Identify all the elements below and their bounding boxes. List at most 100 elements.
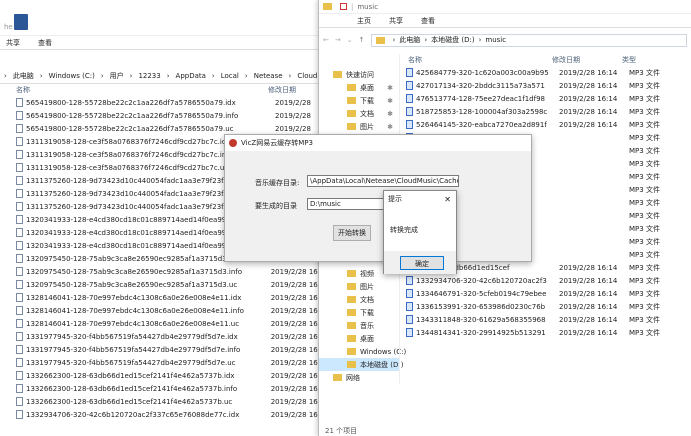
column-name[interactable]: 名称 [400,55,552,65]
output-dir-input[interactable]: D:\music [307,198,387,210]
folder-icon [347,296,356,303]
file-row[interactable]: 1328146041-128-70e997ebdc4c1308c6a0e26e0… [0,291,329,304]
breadcrumb-item[interactable]: 此电脑 [399,35,420,45]
ribbon-tab-share[interactable]: 共享 [389,16,403,26]
file-row[interactable]: 1332662300-128-63db66d1ed15cef2141f4e462… [0,369,329,382]
file-name: 1331977945-320-f4bb567519fa54427db4e2977… [26,345,241,354]
breadcrumb-item[interactable]: Local [221,72,239,80]
folder-icon [347,84,356,91]
file-row[interactable]: 518725853-128-100004af303a2598c 2019/2/28… [400,105,691,118]
column-type[interactable]: 类型 [622,55,636,65]
nav-item[interactable]: 网络 [319,371,399,384]
folder-icon [347,97,356,104]
nav-item[interactable]: 图片 ✱ [319,120,399,133]
breadcrumb-item[interactable]: 用户 [110,71,124,81]
nav-item[interactable]: 文档 ✱ [319,107,399,120]
nav-item[interactable]: 文档 [319,293,399,306]
file-date: 2019/2/28 [275,98,311,107]
file-icon [16,150,23,159]
file-row[interactable]: 1328146041-128-70e997ebdc4c1308c6a0e26e0… [0,304,329,317]
ribbon-tab-home[interactable]: 主页 [357,16,371,26]
file-row[interactable]: 1320975450-128-75ab9c3ca8e26590ec9285af1… [0,265,329,278]
file-row[interactable]: 427017134-320-2bddc3115a73a571 2019/2/28 … [400,79,691,92]
chevron-down-icon[interactable]: ⌄ [347,36,353,44]
column-date[interactable]: 修改日期 [552,55,622,65]
up-icon[interactable]: ↑ [359,36,365,44]
file-row[interactable]: 1331977945-320-f4bb567519fa54427db4e2977… [0,330,329,343]
file-row[interactable]: 425684779-320-1c620a003c00a9b95 2019/2/28… [400,66,691,79]
file-row[interactable]: 1331977945-320-f4bb567519fa54427db4e2977… [0,343,329,356]
ribbon-tab[interactable]: 查看 [38,38,52,48]
file-row[interactable]: 565419800-128-55728be22c2c1aa226df7a5786… [0,109,329,122]
nav-label: 图片 [360,282,374,291]
nav-item[interactable]: 桌面 ✱ [319,81,399,94]
ribbon-tab-view[interactable]: 查看 [421,16,435,26]
pin-icon: ✱ [387,96,393,105]
nav-item[interactable]: Windows (C:) [319,345,406,358]
breadcrumb-item[interactable]: AppData [176,72,206,80]
folder-icon [333,374,342,381]
file-name: 1332662300-128-63db66d1ed15cef2141f4e462… [26,397,233,406]
file-icon [16,267,23,276]
breadcrumb-item[interactable]: 本地磁盘 (D:) [431,35,474,45]
file-name: 565419800-128-55728be22c2c1aa226df7a5786… [26,124,234,133]
file-row[interactable]: 1328146041-128-70e997ebdc4c1308c6a0e26e0… [0,317,329,330]
pin-icon: ✱ [387,109,393,118]
file-icon [16,345,23,354]
file-row[interactable]: 1332934706-320-42c6b120720ac2f337c65e760… [0,408,329,421]
nav-item[interactable]: 本地磁盘 (D:) [319,358,403,371]
nav-item[interactable]: 下载 ✱ [319,94,399,107]
breadcrumb-item[interactable]: 12233 [138,72,160,80]
file-row[interactable]: 565419800-128-55728be22c2c1aa226df7a5786… [0,96,329,109]
file-icon [16,410,23,419]
nav-item[interactable]: 下载 [319,306,399,319]
file-row[interactable]: 1332662300-128-63db66d1ed15cef2141f4e462… [0,395,329,408]
nav-item[interactable]: 音乐 [319,319,399,332]
file-type: MP3 文件 [629,133,660,142]
breadcrumb-item[interactable]: Windows (C:) [49,72,95,80]
file-row[interactable]: 526464145-320-eabca7270ea2d891f 2019/2/28… [400,118,691,131]
app-icon [229,139,237,147]
cache-dir-input[interactable]: \AppData\Local\Netease\CloudMusic\Cache\… [307,175,459,187]
file-icon [16,124,23,133]
nav-label: 下载 [360,96,374,105]
address-box[interactable]: › 此电脑 › 本地磁盘 (D:) › music [370,33,687,47]
file-icon [16,319,23,328]
breadcrumb-item[interactable]: Netease [254,72,283,80]
file-icon [16,306,23,315]
file-icon [16,397,23,406]
file-row[interactable]: 1334646791-320-5cfeb0194c79ebee 2019/2/28… [400,287,691,300]
file-icon [16,176,23,185]
mp3-file-icon [406,328,413,337]
file-icon [16,137,23,146]
nav-item[interactable]: 快速访问 [319,68,399,81]
file-type: MP3 文件 [629,289,660,298]
breadcrumb-item[interactable]: music [485,36,506,44]
file-name: 1320975450-128-75ab9c3ca8e26590ec9285af1… [26,267,243,276]
column-date[interactable]: 修改日期 [268,85,296,95]
file-row[interactable]: 1331977945-320-f4bb567519fa54427db4e2977… [0,356,329,369]
file-row[interactable]: 1332662300-128-63db66d1ed15cef2141f4e462… [0,382,329,395]
column-name[interactable]: 名称 [0,85,268,95]
breadcrumb-item[interactable]: 此电脑 [13,71,34,81]
file-row[interactable]: 1320975450-128-75ab9c3ca8e26590ec9285af1… [0,278,329,291]
file-row[interactable]: 1336153991-320-653986d0230c76b 2019/2/28 … [400,300,691,313]
file-type: MP3 文件 [629,328,660,337]
file-type: MP3 文件 [629,263,660,272]
file-type: MP3 文件 [629,120,660,129]
start-convert-button[interactable]: 开始转换 [333,225,371,241]
ribbon-tab[interactable]: 共享 [6,38,20,48]
close-icon[interactable]: ✕ [444,195,456,204]
mp3-file-icon [406,315,413,324]
file-row[interactable]: 1332934706-320-42c6b120720ac2f3 2019/2/28… [400,274,691,287]
nav-item[interactable]: 桌面 [319,332,399,345]
address-bar[interactable]: › 此电脑 › Windows (C:) › 用户 › 12233 › AppData ›… [0,68,329,84]
folder-icon [347,335,356,342]
file-row[interactable]: 476513774-128-75ee27deac1f1df98 2019/2/28… [400,92,691,105]
ok-button[interactable]: 确定 [400,256,444,270]
back-icon[interactable]: ← [323,36,329,44]
file-row[interactable]: 1343311848-320-61629a568355968 2019/2/28 … [400,313,691,326]
file-row[interactable]: 1344814341-320-29914925b513291 2019/2/28 … [400,326,691,339]
forward-icon[interactable]: → [335,36,341,44]
nav-item[interactable]: 图片 [319,280,399,293]
